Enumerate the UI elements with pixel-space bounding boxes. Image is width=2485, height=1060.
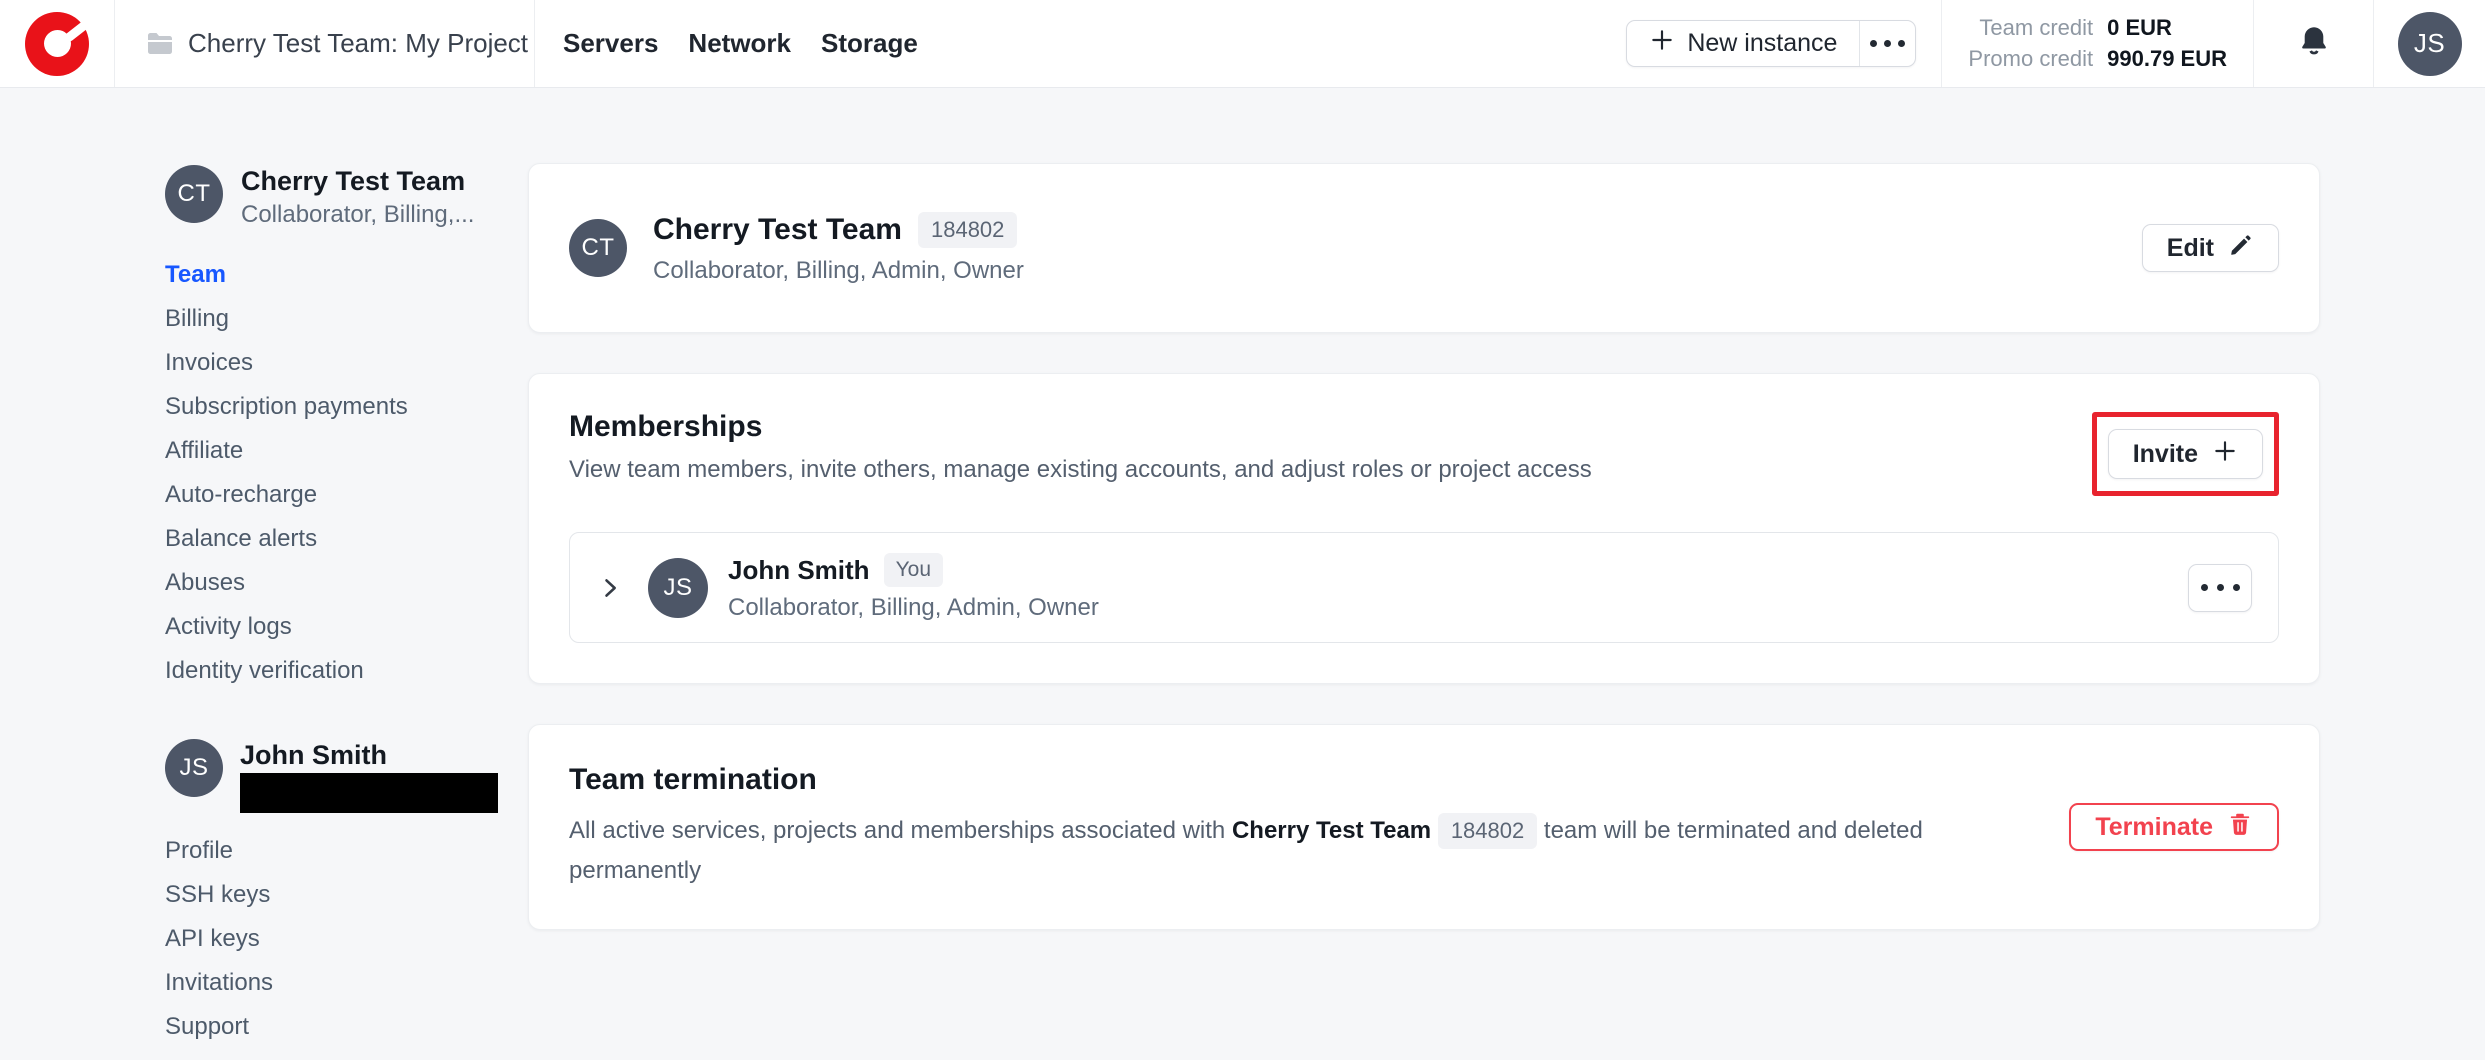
credits-panel: Team credit 0 EUR Promo credit 990.79 EU… [1941,0,2253,87]
new-instance-more-button[interactable] [1859,21,1915,66]
sidebar-item-invitations[interactable]: Invitations [165,961,528,1005]
team-info-card: CT Cherry Test Team 184802 Collaborator,… [528,163,2320,333]
sidebar-item-balance-alerts[interactable]: Balance alerts [165,517,528,561]
sidebar-team-roles: Collaborator, Billing,... [241,201,474,229]
termination-id-badge: 184802 [1438,813,1537,849]
memberships-description: View team members, invite others, manage… [569,456,1592,484]
sidebar-user-menu: Profile SSH keys API keys Invitations Su… [165,829,528,1049]
team-termination-card: Team termination All active services, pr… [528,724,2320,930]
team-card-name: Cherry Test Team [653,213,902,247]
sidebar-team-switcher[interactable]: CT Cherry Test Team Collaborator, Billin… [165,165,528,229]
notifications-button[interactable] [2253,0,2373,87]
invite-button-label: Invite [2133,440,2198,469]
user-avatar[interactable]: JS [2398,12,2462,76]
member-avatar: JS [648,558,708,618]
header-right: New instance Team credit 0 EUR Promo cre… [1626,0,2485,87]
sidebar-item-ssh-keys[interactable]: SSH keys [165,873,528,917]
ellipsis-icon [1870,40,1905,47]
team-credit-label: Team credit [1979,15,2093,41]
plus-icon [1649,27,1675,60]
sidebar-team-menu: Team Billing Invoices Subscription payme… [165,253,528,693]
team-id-badge: 184802 [918,212,1017,248]
breadcrumb-label: Cherry Test Team: My Project [188,28,528,59]
member-name: John Smith [728,555,870,586]
sidebar-item-subscription-payments[interactable]: Subscription payments [165,385,528,429]
sidebar-item-affiliate[interactable]: Affiliate [165,429,528,473]
sidebar-item-api-keys[interactable]: API keys [165,917,528,961]
sidebar-user-name: John Smith [240,739,498,771]
edit-button-label: Edit [2167,234,2214,263]
ellipsis-icon [2201,584,2208,591]
breadcrumb[interactable]: Cherry Test Team: My Project [115,0,535,87]
memberships-title: Memberships [569,410,1592,444]
new-instance-split-button: New instance [1626,20,1916,67]
terminate-button-label: Terminate [2095,813,2213,842]
sidebar-team-name: Cherry Test Team [241,165,474,197]
sidebar-item-auto-recharge[interactable]: Auto-recharge [165,473,528,517]
sidebar-item-invoices[interactable]: Invoices [165,341,528,385]
logo-container [0,0,115,87]
sidebar: CT Cherry Test Team Collaborator, Billin… [0,88,528,1060]
chevron-right-icon[interactable] [596,574,624,602]
sidebar-item-team[interactable]: Team [165,253,528,297]
team-card-avatar: CT [569,219,627,277]
main-nav: Servers Network Storage [563,0,918,87]
invite-highlight-annotation: Invite [2092,412,2279,496]
termination-title: Team termination [569,763,1959,797]
pencil-icon [2228,232,2254,265]
sidebar-item-abuses[interactable]: Abuses [165,561,528,605]
bell-icon [2296,23,2332,64]
sidebar-item-identity-verification[interactable]: Identity verification [165,649,528,693]
plus-icon [2212,438,2238,471]
sidebar-item-activity-logs[interactable]: Activity logs [165,605,528,649]
folder-icon [146,32,174,56]
new-instance-button[interactable]: New instance [1627,21,1859,66]
team-credit-value: 0 EUR [2107,15,2227,41]
nav-servers[interactable]: Servers [563,22,658,65]
top-header: Cherry Test Team: My Project Servers Net… [0,0,2485,88]
member-actions-button[interactable] [2188,564,2252,612]
sidebar-item-support[interactable]: Support [165,1005,528,1049]
sidebar-item-profile[interactable]: Profile [165,829,528,873]
nav-storage[interactable]: Storage [821,22,918,65]
trash-icon [2227,811,2253,844]
cherry-servers-logo-icon[interactable] [25,12,89,76]
promo-credit-value: 990.79 EUR [2107,46,2227,72]
sidebar-user-block[interactable]: JS John Smith [165,739,528,813]
terminate-button[interactable]: Terminate [2069,803,2279,851]
edit-team-button[interactable]: Edit [2142,224,2279,272]
termination-description: All active services, projects and member… [569,811,1959,891]
member-roles: Collaborator, Billing, Admin, Owner [728,594,1099,622]
new-instance-label: New instance [1687,29,1837,58]
you-badge: You [884,553,943,587]
page-body: CT Cherry Test Team Collaborator, Billin… [0,88,2485,1060]
team-avatar: CT [165,165,223,223]
team-card-roles: Collaborator, Billing, Admin, Owner [653,257,1024,285]
sidebar-user-avatar: JS [165,739,223,797]
member-row[interactable]: JS John Smith You Collaborator, Billing,… [569,532,2279,643]
termination-team-name: Cherry Test Team [1232,817,1431,844]
user-menu: JS [2373,0,2485,87]
nav-network[interactable]: Network [688,22,791,65]
memberships-card: Memberships View team members, invite ot… [528,373,2320,684]
main-content: CT Cherry Test Team 184802 Collaborator,… [528,88,2485,1060]
redacted-email-box [240,773,498,813]
promo-credit-label: Promo credit [1968,46,2093,72]
sidebar-item-billing[interactable]: Billing [165,297,528,341]
invite-button[interactable]: Invite [2108,429,2263,479]
app-window: Cherry Test Team: My Project Servers Net… [0,0,2485,1060]
